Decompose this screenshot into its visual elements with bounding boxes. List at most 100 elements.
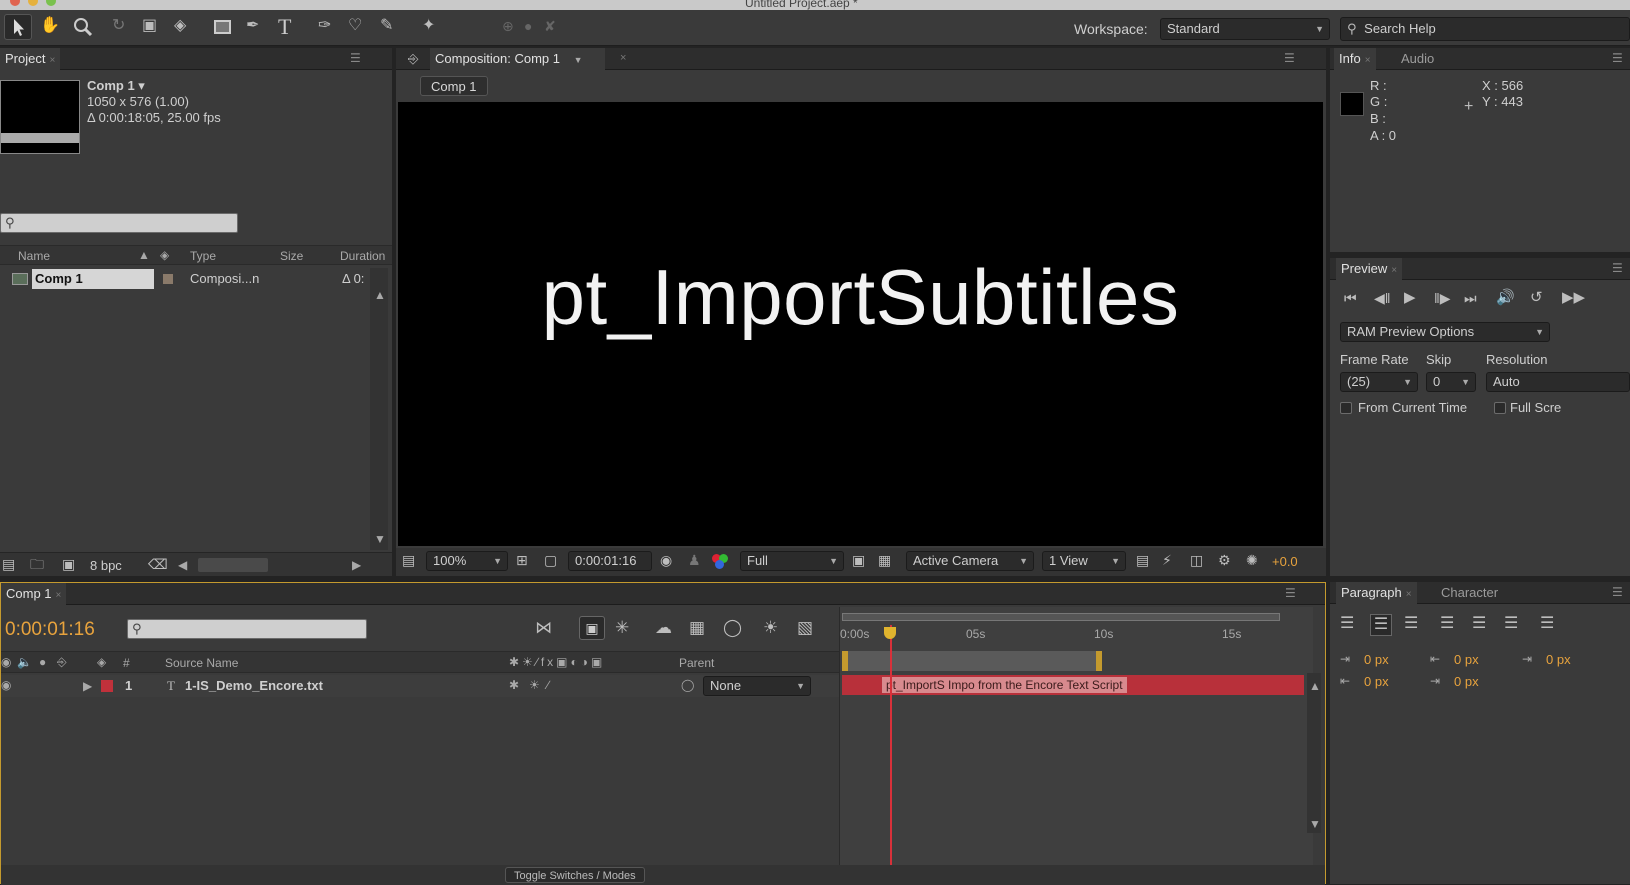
trash-icon[interactable]: ⌫	[148, 557, 168, 571]
tab-audio[interactable]: Audio	[1396, 48, 1439, 70]
close-icon[interactable]: ×	[1365, 55, 1371, 66]
lock-icon[interactable]: ⎆	[408, 52, 418, 65]
show-snapshot-icon[interactable]: ♟	[688, 553, 701, 567]
search-help-field[interactable]: ⚲ Search Help	[1340, 17, 1630, 41]
project-search-input[interactable]: ⚲	[0, 213, 238, 233]
pickwhip-icon[interactable]: ◯	[681, 678, 694, 692]
layer-name[interactable]: 1-IS_Demo_Encore.txt	[185, 678, 323, 693]
hand-tool[interactable]: ✋	[40, 18, 60, 34]
close-icon[interactable]: ×	[1391, 265, 1397, 276]
loop-icon[interactable]: ↺	[1530, 290, 1543, 305]
new-comp-icon[interactable]: ▣	[62, 557, 75, 571]
align-right-icon[interactable]: ☰	[1404, 616, 1418, 632]
fast-previews-icon[interactable]: ▣	[852, 553, 865, 567]
project-comp-name[interactable]: Comp 1 ▾	[87, 78, 145, 94]
col-type[interactable]: Type	[190, 249, 216, 263]
tab-info[interactable]: Info ×	[1334, 48, 1376, 70]
zoom-tool[interactable]	[72, 16, 94, 41]
shy-switch-icon[interactable]: ✱	[509, 678, 519, 692]
close-icon[interactable]: ×	[56, 590, 62, 601]
panel-menu-icon[interactable]: ☰	[1284, 52, 1300, 64]
justify-last-left-icon[interactable]: ☰	[1440, 616, 1454, 632]
justify-all-icon[interactable]: ☰	[1540, 616, 1554, 632]
navigator-bar[interactable]	[842, 613, 1280, 621]
tab-character[interactable]: Character	[1436, 582, 1503, 604]
col-name[interactable]: Name	[18, 249, 50, 263]
scroll-up-icon[interactable]: ▲	[374, 288, 386, 302]
play-icon[interactable]: ▶	[1404, 290, 1416, 305]
expand-arrow-icon[interactable]: ▶	[83, 679, 92, 693]
timeline-current-time[interactable]: 0:00:01:16	[5, 619, 95, 641]
indent-first-value[interactable]: 0 px	[1546, 652, 1571, 667]
h-scroll-thumb[interactable]	[198, 558, 268, 572]
hide-shy-layers-icon[interactable]: ☁	[655, 619, 672, 636]
camera-tool[interactable]: ▣	[142, 18, 157, 34]
layer-duration-bar[interactable]: pt_ImportS Impo from the Encore Text Scr…	[842, 675, 1304, 695]
close-icon[interactable]: ×	[620, 52, 626, 64]
previous-frame-icon[interactable]: ◀‖	[1374, 291, 1391, 305]
frame-blending-icon[interactable]: ▦	[689, 619, 705, 636]
scroll-left-icon[interactable]: ◀	[178, 558, 187, 572]
space-before-value[interactable]: 0 px	[1364, 674, 1389, 689]
pen-tool[interactable]: ✒	[246, 18, 259, 34]
skip-dropdown[interactable]: 0 ▼	[1426, 372, 1476, 392]
views-dropdown[interactable]: 1 View ▼	[1042, 551, 1126, 571]
toggle-switches-modes-button[interactable]: Toggle Switches / Modes	[505, 867, 645, 883]
snapshot-camera-icon[interactable]: ◉	[660, 553, 672, 567]
comp-breadcrumb[interactable]: Comp 1	[420, 76, 488, 96]
tab-paragraph[interactable]: Paragraph ×	[1336, 582, 1417, 604]
panel-menu-icon[interactable]: ☰	[350, 52, 366, 64]
chevron-down-icon[interactable]: ▼	[574, 55, 583, 65]
close-window-dot[interactable]	[10, 0, 20, 6]
rectangle-tool[interactable]	[214, 20, 231, 34]
space-after-value[interactable]: 0 px	[1454, 674, 1479, 689]
magnification-dropdown[interactable]: 100% ▼	[426, 551, 508, 571]
scroll-down-icon[interactable]: ▼	[374, 532, 386, 546]
resolution-dropdown[interactable]: Full ▼	[740, 551, 844, 571]
collapse-switch-icon[interactable]: ☀	[529, 678, 540, 692]
first-frame-icon[interactable]: ⏮	[1344, 291, 1357, 305]
camera-dropdown[interactable]: Active Camera ▼	[906, 551, 1034, 571]
scroll-right-icon[interactable]: ▶	[352, 558, 361, 572]
workspace-dropdown[interactable]: Standard ▼	[1160, 18, 1330, 40]
parent-dropdown[interactable]: None ▼	[703, 676, 811, 696]
live-update-icon[interactable]: ▣	[579, 616, 605, 640]
preview-resolution-dropdown[interactable]: Auto	[1486, 372, 1630, 392]
clone-stamp-tool[interactable]: ♡	[348, 18, 362, 34]
rotation-tool[interactable]: ↻	[112, 18, 125, 34]
lock-icon[interactable]: ⎆	[57, 655, 67, 670]
close-icon[interactable]: ×	[49, 55, 55, 66]
puppet-pin-tool[interactable]: ✦	[422, 18, 435, 34]
eraser-tool[interactable]: ✎	[380, 18, 393, 34]
exposure-value[interactable]: +0.0	[1272, 554, 1298, 569]
full-screen-checkbox[interactable]	[1494, 402, 1506, 414]
from-current-time-checkbox[interactable]	[1340, 402, 1352, 414]
new-folder-icon[interactable]: 🗀	[30, 557, 44, 571]
audio-icon[interactable]: 🔊	[1496, 290, 1515, 305]
align-center-icon[interactable]: ☰	[1370, 614, 1392, 636]
col-duration[interactable]: Duration	[340, 249, 385, 263]
transparency-grid-icon[interactable]: ▦	[878, 553, 891, 567]
draft-3d-icon[interactable]: ✳	[615, 619, 629, 636]
solo-icon[interactable]: ●	[39, 655, 46, 669]
timeline-track-area[interactable]: 0:00s 05s 10s 15s pt_ImportS Impo from t…	[839, 607, 1313, 885]
type-tool[interactable]: T	[278, 14, 291, 40]
comp-mini-flowchart-icon[interactable]: ⋈	[535, 619, 552, 636]
next-frame-icon[interactable]: ‖▶	[1434, 291, 1451, 305]
tab-comp-1[interactable]: Comp 1 ×	[1, 583, 67, 605]
fast-preview-icon[interactable]: ⚡	[1162, 553, 1172, 567]
comp-viewer[interactable]: pt_ImportSubtitles	[398, 102, 1323, 546]
panel-menu-icon[interactable]: ☰	[1285, 587, 1301, 599]
channels-icon[interactable]	[712, 554, 728, 570]
motion-blur-icon[interactable]: ◯	[723, 619, 742, 636]
playhead-handle[interactable]	[884, 627, 896, 639]
eye-icon[interactable]: ◉	[1, 655, 11, 669]
tab-project[interactable]: Project ×	[0, 48, 61, 70]
indent-right-value[interactable]: 0 px	[1454, 652, 1479, 667]
ram-preview-icon[interactable]: ▶▶	[1562, 290, 1585, 305]
minimize-window-dot[interactable]	[28, 0, 38, 6]
justify-last-center-icon[interactable]: ☰	[1472, 616, 1486, 632]
flowchart-icon[interactable]: ⚙	[1218, 553, 1231, 567]
bpc-toggle[interactable]: 8 bpc	[90, 558, 122, 573]
col-source-name[interactable]: Source Name	[165, 656, 238, 670]
